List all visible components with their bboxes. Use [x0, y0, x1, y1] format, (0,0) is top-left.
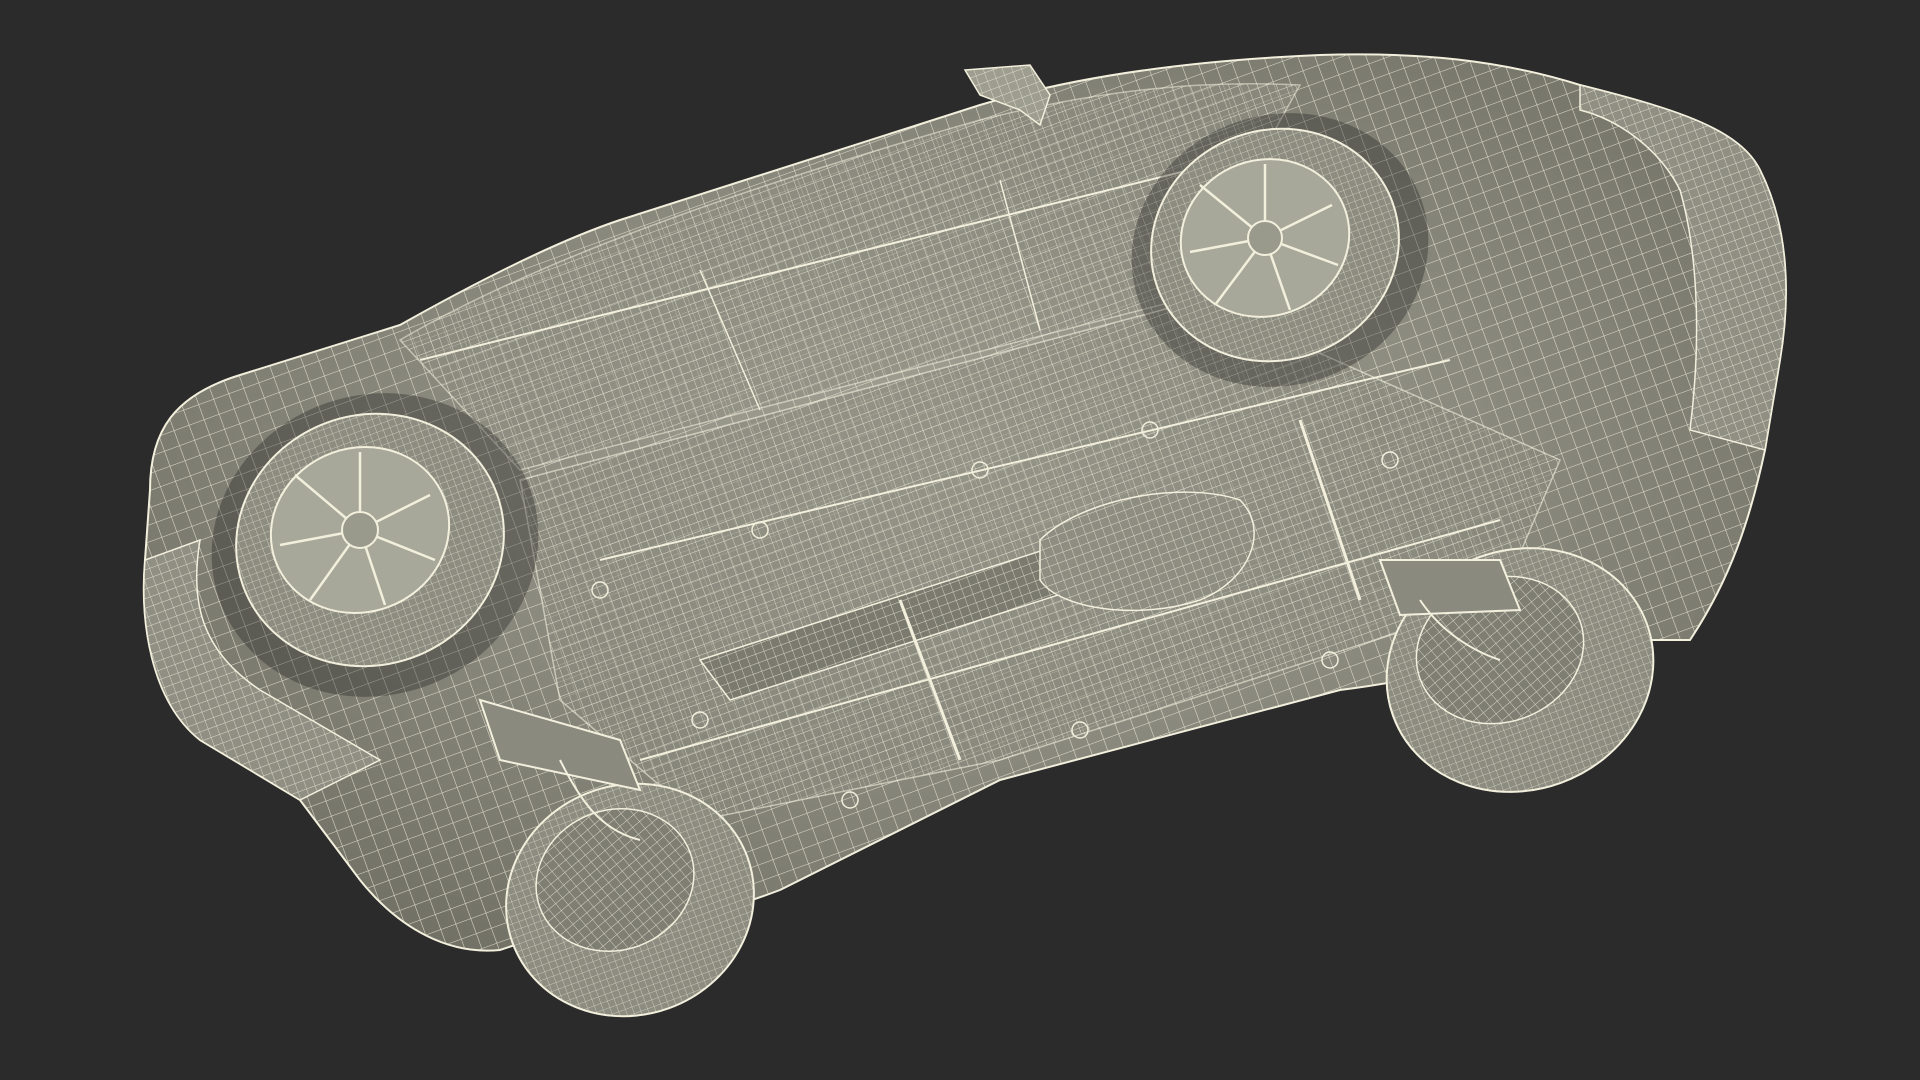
car-wireframe-render — [142, 53, 1787, 1018]
render-viewport — [0, 0, 1920, 1080]
